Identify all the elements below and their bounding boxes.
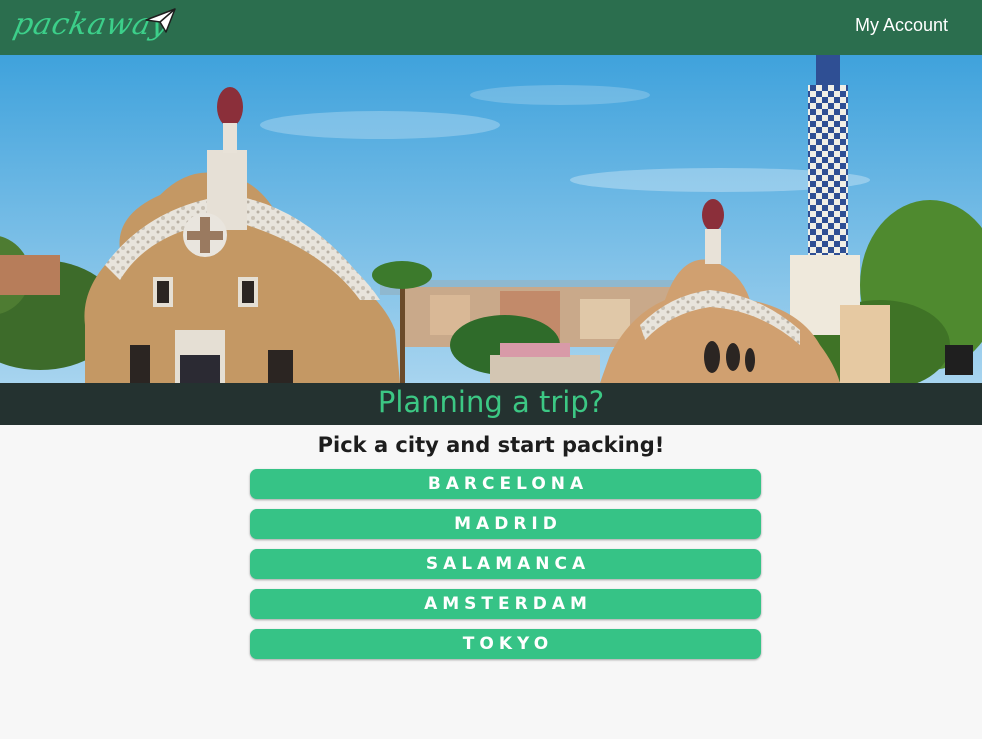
planning-banner: Planning a trip?	[0, 383, 982, 425]
logo[interactable]: packaway	[6, 4, 176, 52]
city-button-salamanca[interactable]: SALAMANCA	[250, 549, 761, 579]
city-button-tokyo[interactable]: TOKYO	[250, 629, 761, 659]
page-subtitle: Pick a city and start packing!	[317, 433, 665, 457]
paper-plane-icon	[145, 8, 176, 33]
city-button-madrid[interactable]: MADRID	[250, 509, 761, 539]
city-button-amsterdam[interactable]: AMSTERDAM	[250, 589, 761, 619]
city-list: BARCELONA MADRID SALAMANCA AMSTERDAM TOK…	[250, 469, 761, 669]
my-account-link[interactable]: My Account	[855, 15, 948, 36]
banner-title: Planning a trip?	[377, 385, 605, 419]
city-button-barcelona[interactable]: BARCELONA	[250, 469, 761, 499]
navbar: packaway My Account	[0, 0, 982, 55]
hero-image	[0, 55, 982, 383]
